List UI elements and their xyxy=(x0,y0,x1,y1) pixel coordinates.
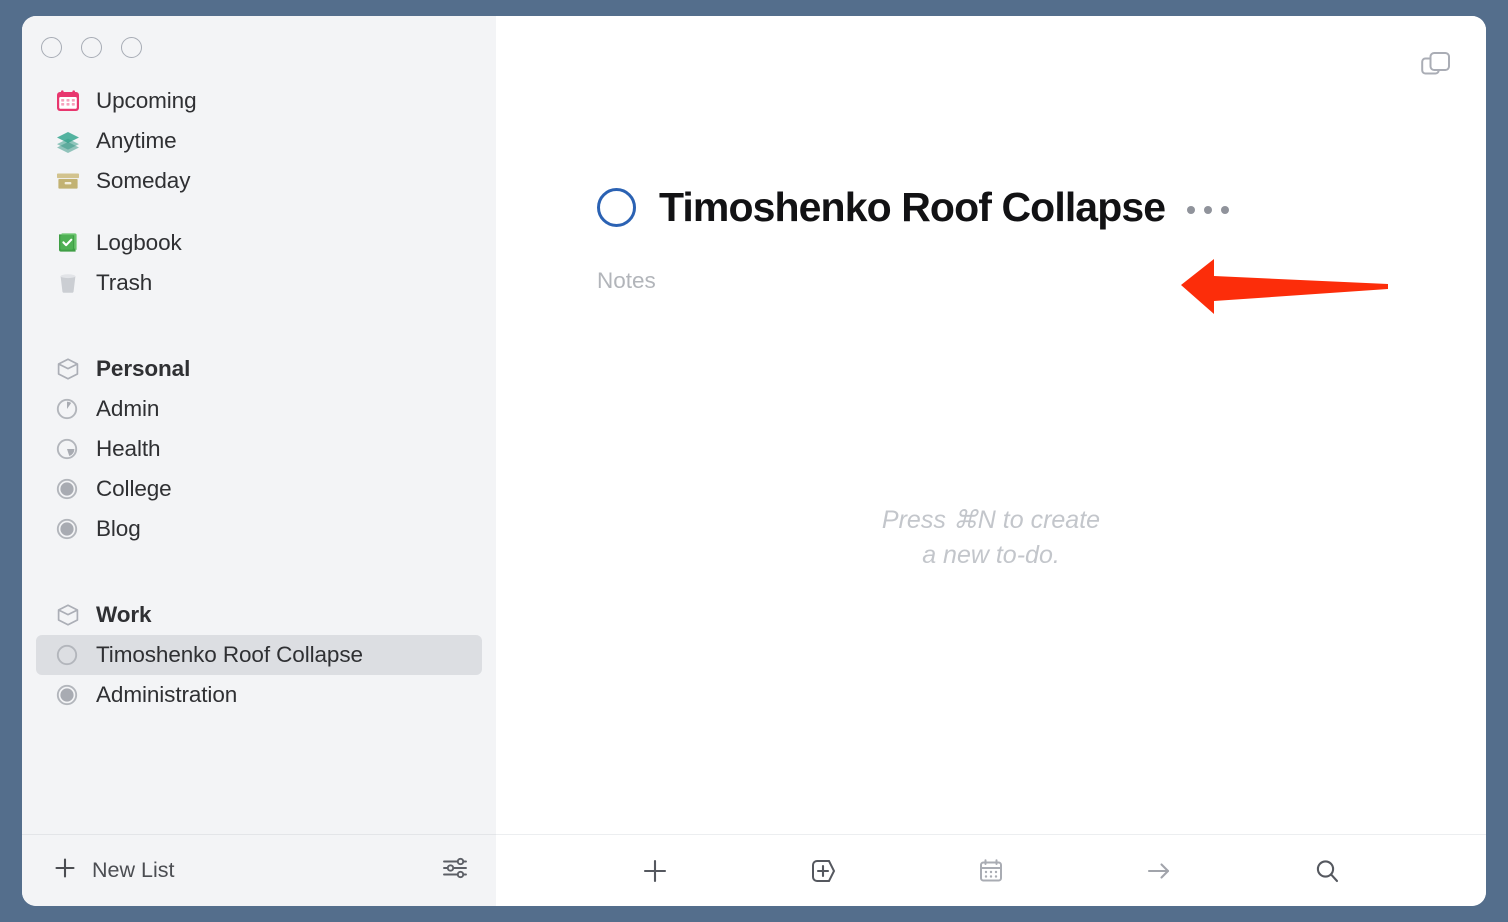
search-button[interactable] xyxy=(1299,847,1355,895)
sidebar-item-logbook[interactable]: Logbook xyxy=(36,223,482,263)
sidebar-divider-space xyxy=(22,201,496,223)
box-icon xyxy=(55,168,85,194)
area-cube-icon xyxy=(55,356,85,382)
copy-windows-icon[interactable] xyxy=(1419,49,1453,88)
new-todo-button[interactable] xyxy=(627,847,683,895)
sidebar: Upcoming Anytime Someday Logbook Trash P… xyxy=(22,16,496,906)
content-pane: Timoshenko Roof Collapse Notes Press ⌘N … xyxy=(496,16,1486,906)
layers-icon xyxy=(55,128,85,154)
sidebar-project-label: Health xyxy=(96,436,161,461)
trash-icon xyxy=(55,270,85,296)
sidebar-project-college[interactable]: College xyxy=(36,469,482,509)
empty-state-line-1: Press ⌘N to create xyxy=(881,506,1101,534)
sidebar-project-administration[interactable]: Administration xyxy=(36,675,482,715)
sidebar-divider-space xyxy=(22,549,496,595)
sidebar-project-blog[interactable]: Blog xyxy=(36,509,482,549)
sidebar-item-label: Anytime xyxy=(96,128,177,153)
project-progress-icon xyxy=(55,437,85,461)
sidebar-item-label: Upcoming xyxy=(96,88,197,113)
sidebar-project-admin[interactable]: Admin xyxy=(36,389,482,429)
new-project-button[interactable] xyxy=(795,847,851,895)
checkbox-circle-icon[interactable] xyxy=(597,188,636,227)
close-button[interactable] xyxy=(41,37,62,58)
project-progress-icon xyxy=(55,477,85,501)
sidebar-project-label: Timoshenko Roof Collapse xyxy=(96,642,363,667)
dot xyxy=(1204,205,1213,214)
app-window: Upcoming Anytime Someday Logbook Trash P… xyxy=(22,16,1486,906)
notes-input[interactable]: Notes xyxy=(597,268,656,294)
sidebar-item-anytime[interactable]: Anytime xyxy=(36,121,482,161)
sidebar-footer: New List xyxy=(22,834,496,906)
sidebar-area-personal[interactable]: Personal xyxy=(36,349,482,389)
new-list-label: New List xyxy=(92,858,175,882)
window-controls xyxy=(22,16,496,58)
sliders-icon[interactable] xyxy=(440,853,470,888)
plus-icon xyxy=(52,855,78,886)
ellipsis-icon[interactable] xyxy=(1187,205,1230,214)
area-cube-icon xyxy=(55,602,85,628)
sidebar-project-label: College xyxy=(96,476,172,501)
sidebar-project-label: Admin xyxy=(96,396,160,421)
sidebar-divider-space xyxy=(22,303,496,349)
sidebar-area-label: Work xyxy=(96,602,152,627)
sidebar-item-upcoming[interactable]: Upcoming xyxy=(36,81,482,121)
red-pointer-arrow xyxy=(1181,259,1388,314)
sidebar-item-label: Logbook xyxy=(96,230,182,255)
sidebar-area-work[interactable]: Work xyxy=(36,595,482,635)
zoom-button[interactable] xyxy=(121,37,142,58)
sidebar-item-someday[interactable]: Someday xyxy=(36,161,482,201)
sidebar-project-label: Blog xyxy=(96,516,141,541)
project-progress-icon xyxy=(55,397,85,421)
move-button[interactable] xyxy=(1131,847,1187,895)
todo-title[interactable]: Timoshenko Roof Collapse xyxy=(659,184,1166,231)
sidebar-item-label: Trash xyxy=(96,270,153,295)
project-progress-icon xyxy=(55,683,85,707)
new-list-button[interactable]: New List xyxy=(52,855,174,886)
todo-header: Timoshenko Roof Collapse xyxy=(597,184,1230,231)
calendar-icon xyxy=(55,88,85,114)
empty-state-message: Press ⌘N to create a new to-do. xyxy=(496,503,1486,573)
minimize-button[interactable] xyxy=(81,37,102,58)
sidebar-area-label: Personal xyxy=(96,356,191,381)
sidebar-project-health[interactable]: Health xyxy=(36,429,482,469)
dot xyxy=(1187,205,1196,214)
content-toolbar xyxy=(496,834,1486,906)
dot xyxy=(1221,205,1230,214)
project-progress-icon xyxy=(55,517,85,541)
sidebar-list: Upcoming Anytime Someday Logbook Trash P… xyxy=(22,58,496,715)
logbook-icon xyxy=(55,230,85,256)
sidebar-item-label: Someday xyxy=(96,168,191,193)
sidebar-project-label: Administration xyxy=(96,682,238,707)
empty-state-line-2: a new to-do. xyxy=(922,541,1060,569)
schedule-button[interactable] xyxy=(963,847,1019,895)
sidebar-project-timoshenko-roof-collapse[interactable]: Timoshenko Roof Collapse xyxy=(36,635,482,675)
project-progress-icon xyxy=(55,643,85,667)
sidebar-item-trash[interactable]: Trash xyxy=(36,263,482,303)
